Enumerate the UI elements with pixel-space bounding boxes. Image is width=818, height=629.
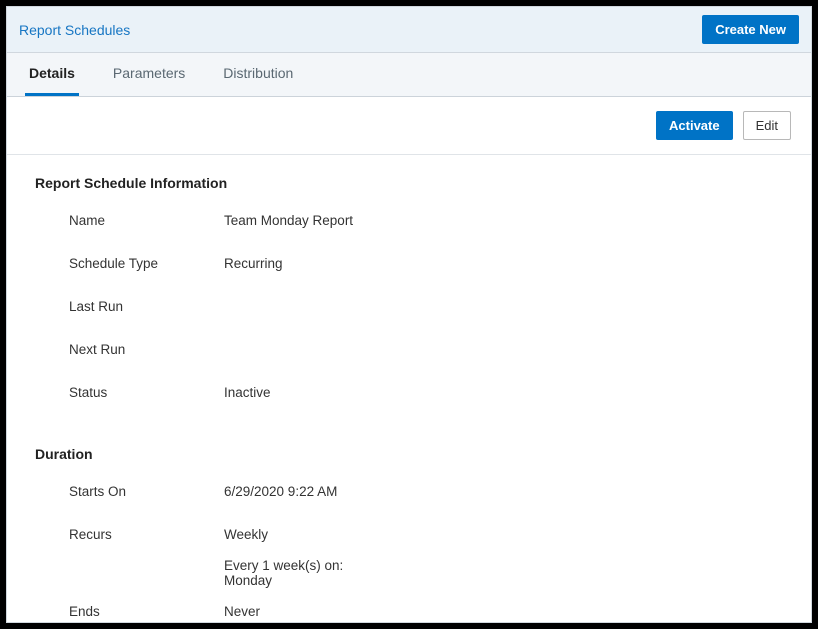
field-label-starts-on: Starts On (69, 484, 224, 499)
field-starts-on: Starts On 6/29/2020 9:22 AM (35, 484, 783, 499)
app-frame: Report Schedules Create New Details Para… (6, 6, 812, 623)
action-row: Activate Edit (7, 97, 811, 155)
field-label-recurs: Recurs (69, 527, 224, 542)
field-next-run: Next Run (35, 342, 783, 357)
field-schedule-type: Schedule Type Recurring (35, 256, 783, 271)
field-ends: Ends Never (35, 604, 783, 619)
field-label-next-run: Next Run (69, 342, 224, 357)
field-label-recurs-blank (69, 558, 224, 588)
section-title-info: Report Schedule Information (35, 175, 783, 191)
page-title[interactable]: Report Schedules (19, 22, 130, 38)
edit-button[interactable]: Edit (743, 111, 791, 140)
recurs-detail-line1: Every 1 week(s) on: (224, 558, 343, 573)
tab-details[interactable]: Details (25, 53, 79, 96)
field-status: Status Inactive (35, 385, 783, 400)
tab-bar: Details Parameters Distribution (7, 53, 811, 97)
field-value-recurs-detail: Every 1 week(s) on: Monday (224, 558, 343, 588)
field-label-last-run: Last Run (69, 299, 224, 314)
field-label-name: Name (69, 213, 224, 228)
field-label-status: Status (69, 385, 224, 400)
tab-distribution[interactable]: Distribution (219, 53, 297, 96)
field-value-recurs: Weekly (224, 527, 268, 542)
field-name: Name Team Monday Report (35, 213, 783, 228)
field-value-ends: Never (224, 604, 260, 619)
field-value-schedule-type: Recurring (224, 256, 283, 271)
field-value-starts-on: 6/29/2020 9:22 AM (224, 484, 337, 499)
section-title-duration: Duration (35, 446, 783, 462)
field-value-name: Team Monday Report (224, 213, 353, 228)
content-area: Report Schedule Information Name Team Mo… (7, 155, 811, 622)
tab-parameters[interactable]: Parameters (109, 53, 189, 96)
header-bar: Report Schedules Create New (7, 7, 811, 53)
activate-button[interactable]: Activate (656, 111, 733, 140)
recurs-detail-line2: Monday (224, 573, 343, 588)
create-new-button[interactable]: Create New (702, 15, 799, 44)
field-last-run: Last Run (35, 299, 783, 314)
field-recurs: Recurs Weekly (35, 527, 783, 542)
field-recurs-detail: Every 1 week(s) on: Monday (35, 558, 783, 588)
field-label-schedule-type: Schedule Type (69, 256, 224, 271)
field-label-ends: Ends (69, 604, 224, 619)
field-value-status: Inactive (224, 385, 271, 400)
